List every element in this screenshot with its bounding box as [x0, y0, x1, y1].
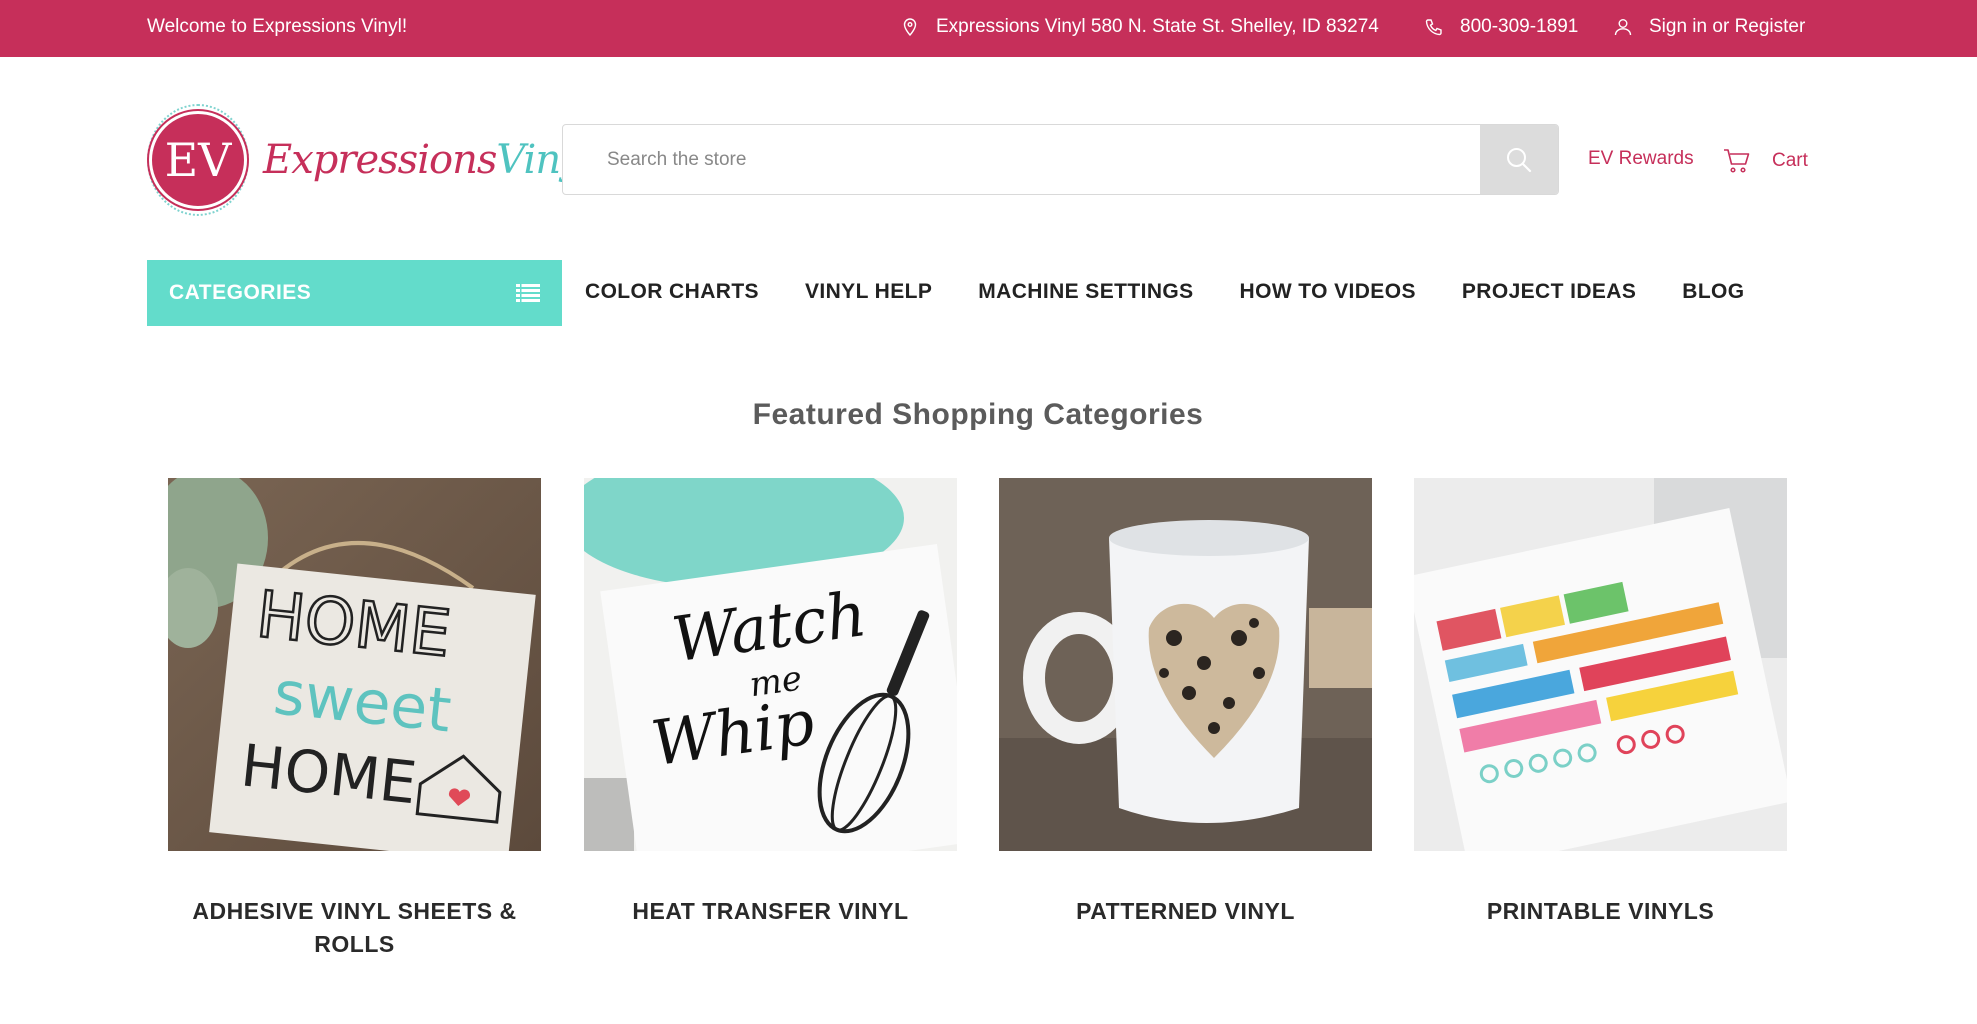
category-image-printable[interactable]: [1414, 478, 1787, 851]
phone-icon: [1425, 19, 1442, 36]
nav-how-to-videos[interactable]: HOW TO VIDEOS: [1240, 280, 1416, 304]
main-nav: COLOR CHARTS VINYL HELP MACHINE SETTINGS…: [585, 280, 1791, 304]
category-image-heat-transfer[interactable]: Watch me Whip: [584, 478, 957, 851]
category-card-patterned[interactable]: PATTERNED VINYL: [999, 478, 1372, 928]
store-address[interactable]: Expressions Vinyl 580 N. State St. Shell…: [900, 16, 1379, 38]
category-image-adhesive[interactable]: HOME sweet HOME: [168, 478, 541, 851]
categories-label: CATEGORIES: [169, 281, 312, 304]
search-button[interactable]: [1480, 125, 1558, 194]
cart-icon: [1724, 149, 1750, 173]
category-label[interactable]: ADHESIVE VINYL SHEETS & ROLLS: [168, 895, 541, 961]
user-icon: [1614, 19, 1632, 36]
logo-wordmark: ExpressionsVinyl: [263, 137, 595, 183]
nav-blog[interactable]: BLOG: [1682, 280, 1744, 304]
nav-vinyl-help[interactable]: VINYL HELP: [805, 280, 932, 304]
categories-menu-button[interactable]: CATEGORIES: [147, 260, 562, 326]
search-bar: [562, 124, 1559, 195]
nav-machine-settings[interactable]: MACHINE SETTINGS: [978, 280, 1193, 304]
logo-word-expressions: Expressions: [263, 137, 497, 183]
category-card-heat-transfer[interactable]: Watch me Whip HEAT TRANSFER VINYL: [584, 478, 957, 928]
category-card-printable[interactable]: PRINTABLE VINYLS: [1414, 478, 1787, 928]
logo-mark: EV: [147, 104, 249, 216]
or-text: or: [1712, 16, 1730, 37]
ev-rewards-link[interactable]: EV Rewards: [1588, 148, 1694, 170]
top-bar: Welcome to Expressions Vinyl! Expression…: [0, 0, 1977, 57]
nav-project-ideas[interactable]: PROJECT IDEAS: [1462, 280, 1636, 304]
search-icon: [1507, 147, 1532, 172]
register-link[interactable]: Register: [1735, 16, 1806, 37]
logo-monogram: EV: [149, 111, 247, 209]
category-image-patterned[interactable]: [999, 478, 1372, 851]
address-text: Expressions Vinyl 580 N. State St. Shell…: [936, 16, 1379, 37]
nav-color-charts[interactable]: COLOR CHARTS: [585, 280, 759, 304]
cart-label: Cart: [1772, 150, 1808, 171]
site-logo[interactable]: EV ExpressionsVinyl: [147, 103, 595, 217]
search-input[interactable]: [563, 125, 1481, 194]
location-pin-icon: [903, 18, 917, 37]
category-card-adhesive[interactable]: HOME sweet HOME ADHESIVE VINYL SHEETS & …: [168, 478, 541, 961]
welcome-message: Welcome to Expressions Vinyl!: [147, 16, 408, 37]
featured-title: Featured Shopping Categories: [752, 398, 1204, 431]
category-label[interactable]: PRINTABLE VINYLS: [1414, 895, 1787, 928]
phone-number: 800-309-1891: [1460, 16, 1579, 37]
category-label[interactable]: PATTERNED VINYL: [999, 895, 1372, 928]
category-label[interactable]: HEAT TRANSFER VINYL: [584, 895, 957, 928]
list-icon: [516, 284, 540, 302]
cart-link[interactable]: Cart: [1722, 146, 1808, 176]
account-links: Sign in or Register: [1613, 16, 1805, 38]
sign-in-link[interactable]: Sign in: [1649, 16, 1707, 37]
store-phone[interactable]: 800-309-1891: [1424, 16, 1578, 38]
